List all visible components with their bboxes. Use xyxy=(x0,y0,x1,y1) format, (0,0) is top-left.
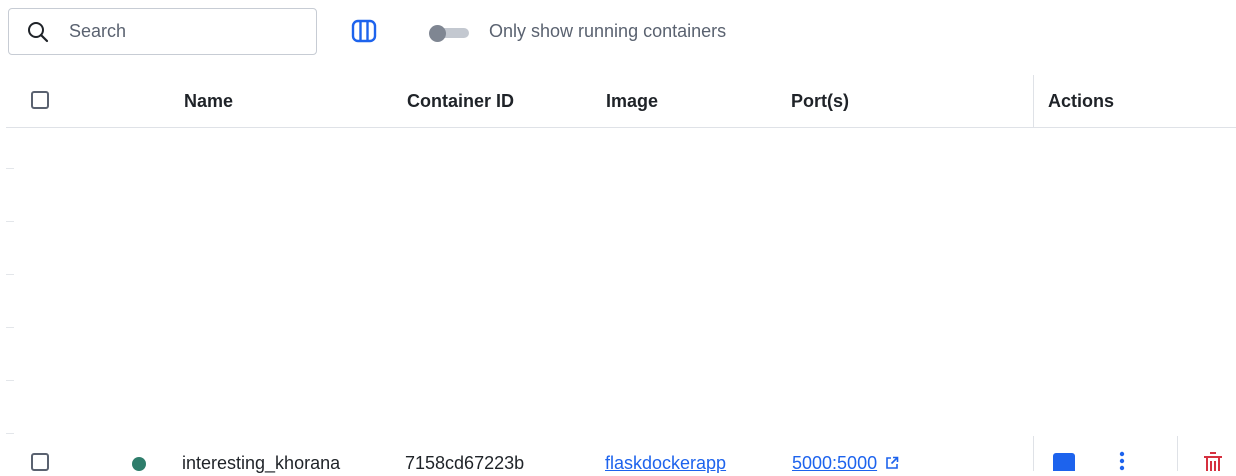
column-divider xyxy=(1033,436,1034,471)
table-header: Name Container ID Image Port(s) Actions xyxy=(6,75,1236,128)
search-box[interactable] xyxy=(8,8,317,55)
more-vertical-icon xyxy=(1119,451,1125,471)
trash-icon xyxy=(1204,452,1222,471)
column-header-image[interactable]: Image xyxy=(606,91,658,112)
row-tick xyxy=(6,274,14,275)
toggle-label: Only show running containers xyxy=(489,21,727,41)
column-header-name[interactable]: Name xyxy=(184,91,233,112)
running-only-toggle[interactable] xyxy=(429,25,471,42)
port-link[interactable]: 5000:5000 xyxy=(792,453,877,473)
table-row[interactable]: interesting_khorana 7158cd67223b flaskdo… xyxy=(6,436,1236,473)
search-icon xyxy=(26,20,50,44)
row-checkbox[interactable] xyxy=(31,453,49,471)
row-tick xyxy=(6,380,14,381)
stop-button[interactable] xyxy=(1053,453,1075,471)
row-tick xyxy=(6,327,14,328)
row-tick xyxy=(6,433,14,434)
running-status-dot xyxy=(132,457,146,471)
row-tick xyxy=(6,221,14,222)
delete-button[interactable] xyxy=(1201,452,1225,471)
toggle-thumb xyxy=(429,25,446,42)
columns-button[interactable] xyxy=(350,19,378,48)
column-header-container-id[interactable]: Container ID xyxy=(407,91,514,112)
row-tick xyxy=(6,168,14,169)
column-divider xyxy=(1033,75,1034,127)
search-input[interactable] xyxy=(67,20,291,43)
select-all-checkbox[interactable] xyxy=(31,91,49,109)
column-header-actions: Actions xyxy=(1048,91,1115,111)
columns-icon xyxy=(351,19,377,48)
column-divider xyxy=(1177,436,1178,471)
external-link-icon[interactable] xyxy=(885,454,899,469)
more-actions-button[interactable] xyxy=(1115,451,1129,471)
column-header-ports[interactable]: Port(s) xyxy=(791,91,849,112)
